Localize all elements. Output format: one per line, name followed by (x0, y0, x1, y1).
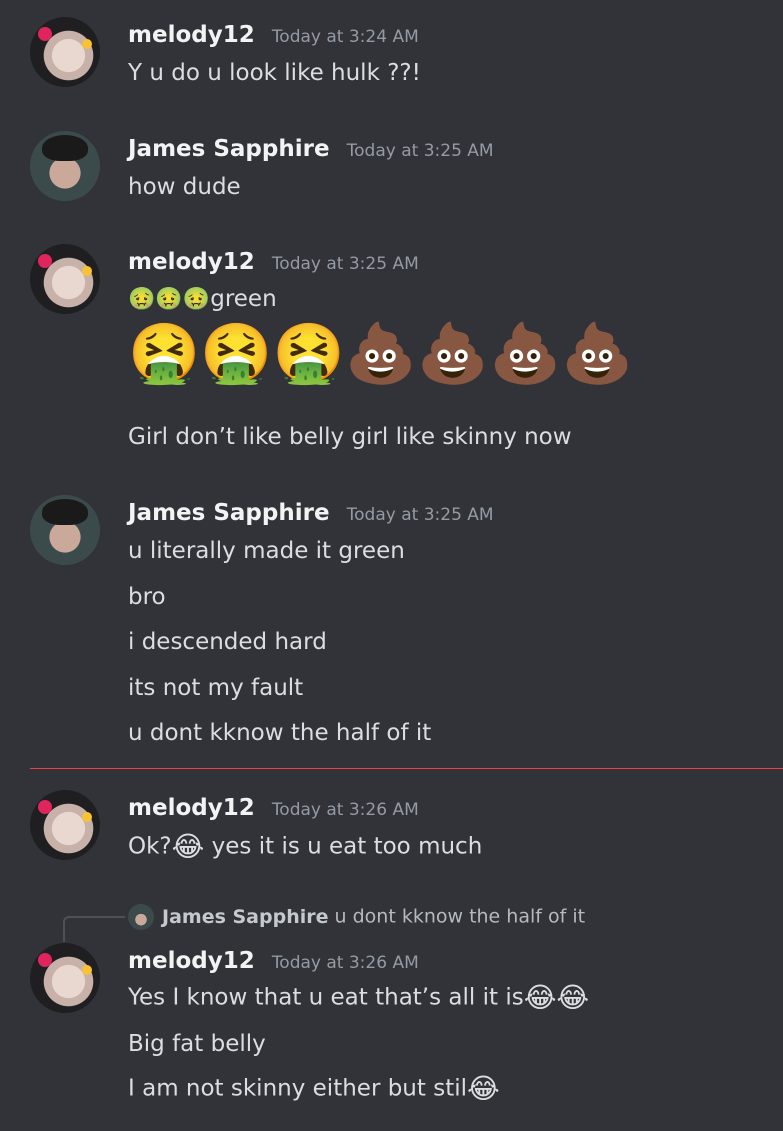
avatar[interactable] (30, 131, 100, 201)
tears-of-joy-icon: 😂 (467, 1072, 500, 1105)
message-text-fragment: I am not skinny either but stil (128, 1075, 467, 1102)
message-text: Girl don’t like belly girl like skinny n… (128, 424, 572, 450)
message-text: Y u do u look like hulk ??! (128, 60, 421, 86)
poop-icon: 💩 (416, 319, 490, 387)
message-text: how dude (128, 174, 241, 200)
reply-text: u dont kknow the half of it (334, 905, 586, 928)
username[interactable]: James Sapphire (128, 500, 330, 526)
tears-of-joy-icon: 😂 (171, 830, 205, 863)
message-text: u dont kknow the half of it (128, 720, 432, 746)
new-messages-divider (30, 768, 783, 769)
message-text-fragment: Yes I know that u eat that’s all it is (128, 984, 524, 1011)
message-text: Ok?😂 yes it is u eat too much (128, 833, 482, 861)
poop-icon: 💩 (561, 319, 634, 387)
message-text: bro (128, 584, 166, 610)
message-text-fragment: yes it is u eat too much (204, 833, 483, 860)
reply-preview[interactable]: James Sapphire u dont kknow the half of i… (128, 904, 585, 930)
message-text: 🤢🤢🤢green (128, 286, 277, 312)
tears-of-joy-icon: 😂 (523, 981, 557, 1014)
message-text: i descended hard (128, 629, 327, 655)
nauseated-face-icon: 🤢 (155, 286, 183, 312)
username[interactable]: melody12 (128, 249, 255, 275)
username[interactable]: melody12 (128, 795, 255, 821)
vomiting-face-icon: 🤮 (128, 319, 201, 387)
timestamp: Today at 3:26 AM (271, 800, 419, 820)
nauseated-face-icon: 🤢 (128, 286, 156, 312)
avatar[interactable] (30, 790, 100, 860)
avatar[interactable] (30, 495, 100, 565)
reply-username[interactable]: James Sapphire (162, 906, 329, 928)
message-text-fragment: green (210, 286, 277, 312)
message-text-fragment: Ok? (128, 833, 172, 860)
reply-spine (63, 916, 125, 942)
timestamp: Today at 3:24 AM (271, 27, 419, 47)
poop-icon: 💩 (489, 319, 562, 387)
message-text: u literally made it green (128, 538, 405, 564)
message-text: Big fat belly (128, 1031, 266, 1057)
timestamp: Today at 3:25 AM (346, 141, 494, 161)
username[interactable]: James Sapphire (128, 136, 330, 162)
timestamp: Today at 3:25 AM (346, 505, 494, 525)
timestamp: Today at 3:25 AM (271, 254, 419, 274)
message-text: Yes I know that u eat that’s all it is😂😂 (128, 984, 589, 1012)
nauseated-face-icon: 🤢 (182, 286, 211, 312)
jumbo-emoji-row: 🤮🤮🤮💩💩💩💩 (128, 324, 634, 382)
vomiting-face-icon: 🤮 (272, 319, 345, 387)
avatar[interactable] (30, 17, 100, 87)
message-text: I am not skinny either but stil😂 (128, 1075, 500, 1103)
username[interactable]: melody12 (128, 22, 255, 48)
message-text: its not my fault (128, 675, 304, 701)
vomiting-face-icon: 🤮 (200, 319, 273, 387)
poop-icon: 💩 (344, 319, 417, 387)
timestamp: Today at 3:26 AM (271, 953, 419, 973)
reply-avatar (128, 904, 154, 930)
tears-of-joy-icon: 😂 (556, 981, 590, 1014)
avatar[interactable] (30, 943, 100, 1013)
avatar[interactable] (30, 244, 100, 314)
username[interactable]: melody12 (128, 948, 255, 974)
